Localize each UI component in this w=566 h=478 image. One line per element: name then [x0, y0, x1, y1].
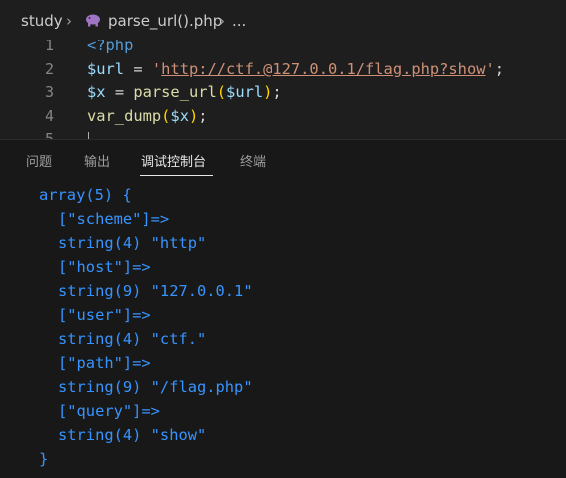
line-number: 3: [44, 83, 54, 101]
paren-token: (: [216, 83, 227, 101]
tab-output[interactable]: 输出: [84, 154, 110, 172]
php-open-tag: <?php: [87, 40, 134, 54]
console-line: string(4) "show": [58, 426, 207, 444]
code-text: <?php: [87, 40, 133, 57]
paren-token: ): [188, 107, 199, 125]
semicolon-token: ;: [494, 60, 505, 78]
url-link[interactable]: http://ctf.@127.0.0.1/flag.php?show: [161, 60, 485, 78]
code-text: $url = 'http://ctf.@127.0.0.1/flag.php?s…: [87, 58, 504, 81]
operator-token: =: [124, 60, 152, 78]
semicolon-token: ;: [198, 107, 208, 125]
variable-token: $url: [226, 83, 264, 101]
code-text: var_dump($x);: [87, 105, 208, 128]
active-tab-indicator: [140, 175, 213, 176]
paren-token: ): [263, 83, 273, 101]
console-line: ["host"]=>: [58, 258, 151, 276]
line-number: 1: [44, 40, 54, 54]
console-line: ["user"]=>: [58, 306, 151, 324]
code-editor[interactable]: 1 <?php 2 $url = 'http://ctf.@127.0.0.1/…: [0, 40, 566, 139]
variable-token: $x: [170, 107, 189, 125]
editor-line: 4 var_dump($x);: [0, 105, 566, 128]
line-number: 2: [44, 60, 54, 78]
console-line: ["scheme"]=>: [58, 210, 170, 228]
console-line: string(4) "http": [58, 234, 207, 252]
console-line: ["path"]=>: [58, 354, 151, 372]
php-elephant-icon: [86, 14, 100, 27]
tab-debug-console[interactable]: 调试控制台: [141, 154, 206, 172]
code-text: $x = parse_url($url);: [87, 81, 282, 104]
editor-line: 3 $x = parse_url($url);: [0, 81, 566, 104]
editor-line: 1 <?php: [0, 40, 566, 57]
breadcrumb-file[interactable]: parse_url().php: [108, 11, 222, 31]
line-number: 5: [44, 130, 54, 139]
console-line: string(4) "ctf.": [58, 330, 207, 348]
tab-problems[interactable]: 问题: [26, 154, 52, 172]
console-line: }: [39, 450, 49, 468]
breadcrumb-symbol[interactable]: ...: [232, 11, 246, 31]
bottom-panel: 问题 输出 调试控制台 终端 array(5) { ["scheme"]=> s…: [0, 139, 566, 478]
function-token: parse_url: [133, 83, 217, 101]
operator-token: =: [105, 83, 134, 101]
breadcrumb-folder[interactable]: study: [21, 11, 63, 31]
text-cursor: [88, 132, 89, 139]
function-token: var_dump: [87, 107, 162, 125]
breadcrumb: study › parse_url().php › ...: [0, 0, 566, 40]
console-line: string(9) "127.0.0.1": [58, 282, 253, 300]
quote-token: ': [151, 60, 162, 78]
semicolon-token: ;: [272, 83, 282, 101]
quote-token: ': [485, 60, 495, 78]
chevron-right-icon: ›: [219, 12, 225, 30]
tab-terminal[interactable]: 终端: [240, 154, 266, 172]
line-number: 4: [44, 107, 54, 125]
console-line: array(5) {: [39, 186, 132, 204]
variable-token: $x: [87, 83, 106, 101]
editor-line: 2 $url = 'http://ctf.@127.0.0.1/flag.php…: [0, 58, 566, 81]
console-line: ["query"]=>: [58, 402, 160, 420]
variable-token: $url: [87, 60, 125, 78]
editor-line: 5: [0, 128, 566, 139]
console-line: string(9) "/flag.php": [58, 378, 253, 396]
chevron-right-icon: ›: [66, 12, 72, 30]
